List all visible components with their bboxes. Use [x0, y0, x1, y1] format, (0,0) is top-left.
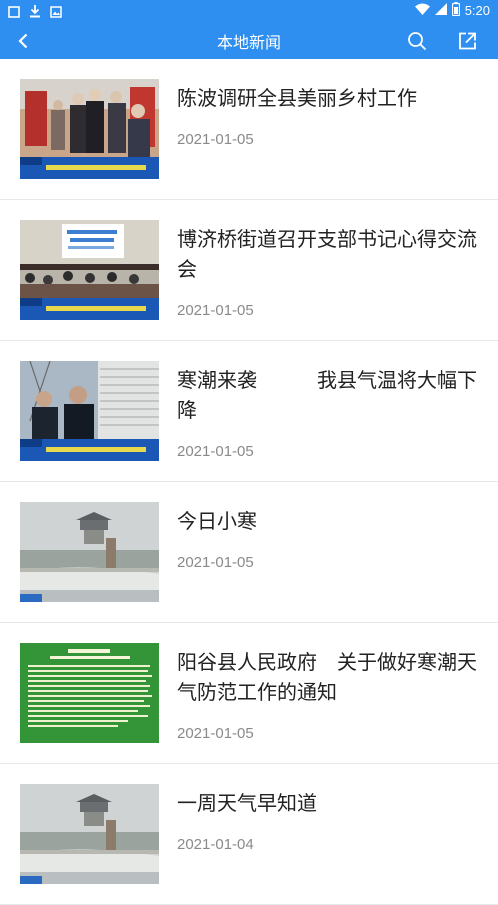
- notification-square-icon: [8, 3, 20, 22]
- news-thumbnail: [20, 784, 159, 884]
- news-date: 2021-01-05: [177, 131, 254, 148]
- news-title[interactable]: 陈波调研全县美丽乡村工作: [177, 83, 482, 113]
- news-thumbnail: [20, 79, 159, 179]
- battery-icon: [451, 2, 460, 19]
- image-icon: [50, 3, 62, 22]
- signal-icon: [434, 3, 447, 18]
- news-item[interactable]: 陈波调研全县美丽乡村工作 2021-01-05: [0, 59, 498, 200]
- news-item[interactable]: 今日小寒 2021-01-05: [0, 482, 498, 623]
- status-bar: 5:20: [0, 0, 498, 22]
- news-item[interactable]: 寒潮来袭 我县气温将大幅下降 2021-01-05: [0, 341, 498, 482]
- news-title[interactable]: 一周天气早知道: [177, 788, 482, 818]
- news-thumbnail: [20, 361, 159, 461]
- wifi-icon: [414, 3, 430, 18]
- clock-text: 5:20: [464, 3, 490, 18]
- share-icon: [459, 32, 476, 50]
- download-icon: [29, 3, 41, 22]
- news-thumbnail: [20, 502, 159, 602]
- news-date: 2021-01-05: [177, 554, 254, 571]
- news-title[interactable]: 阳谷县人民政府 关于做好寒潮天气防范工作的通知: [177, 647, 482, 707]
- news-item[interactable]: 博济桥街道召开支部书记心得交流会 2021-01-05: [0, 200, 498, 341]
- news-thumbnail: [20, 643, 159, 743]
- app-bar: 本地新闻: [0, 22, 498, 59]
- search-button[interactable]: [405, 29, 429, 53]
- news-title[interactable]: 博济桥街道召开支部书记心得交流会: [177, 224, 482, 284]
- news-date: 2021-01-05: [177, 725, 254, 742]
- share-button[interactable]: [455, 29, 479, 53]
- news-date: 2021-01-04: [177, 836, 254, 853]
- news-item[interactable]: 阳谷县人民政府 关于做好寒潮天气防范工作的通知 2021-01-05: [0, 623, 498, 764]
- search-icon: [408, 32, 427, 51]
- news-date: 2021-01-05: [177, 443, 254, 460]
- news-thumbnail: [20, 220, 159, 320]
- news-title[interactable]: 今日小寒: [177, 506, 482, 536]
- news-title[interactable]: 寒潮来袭 我县气温将大幅下降: [177, 365, 482, 425]
- news-date: 2021-01-05: [177, 302, 254, 319]
